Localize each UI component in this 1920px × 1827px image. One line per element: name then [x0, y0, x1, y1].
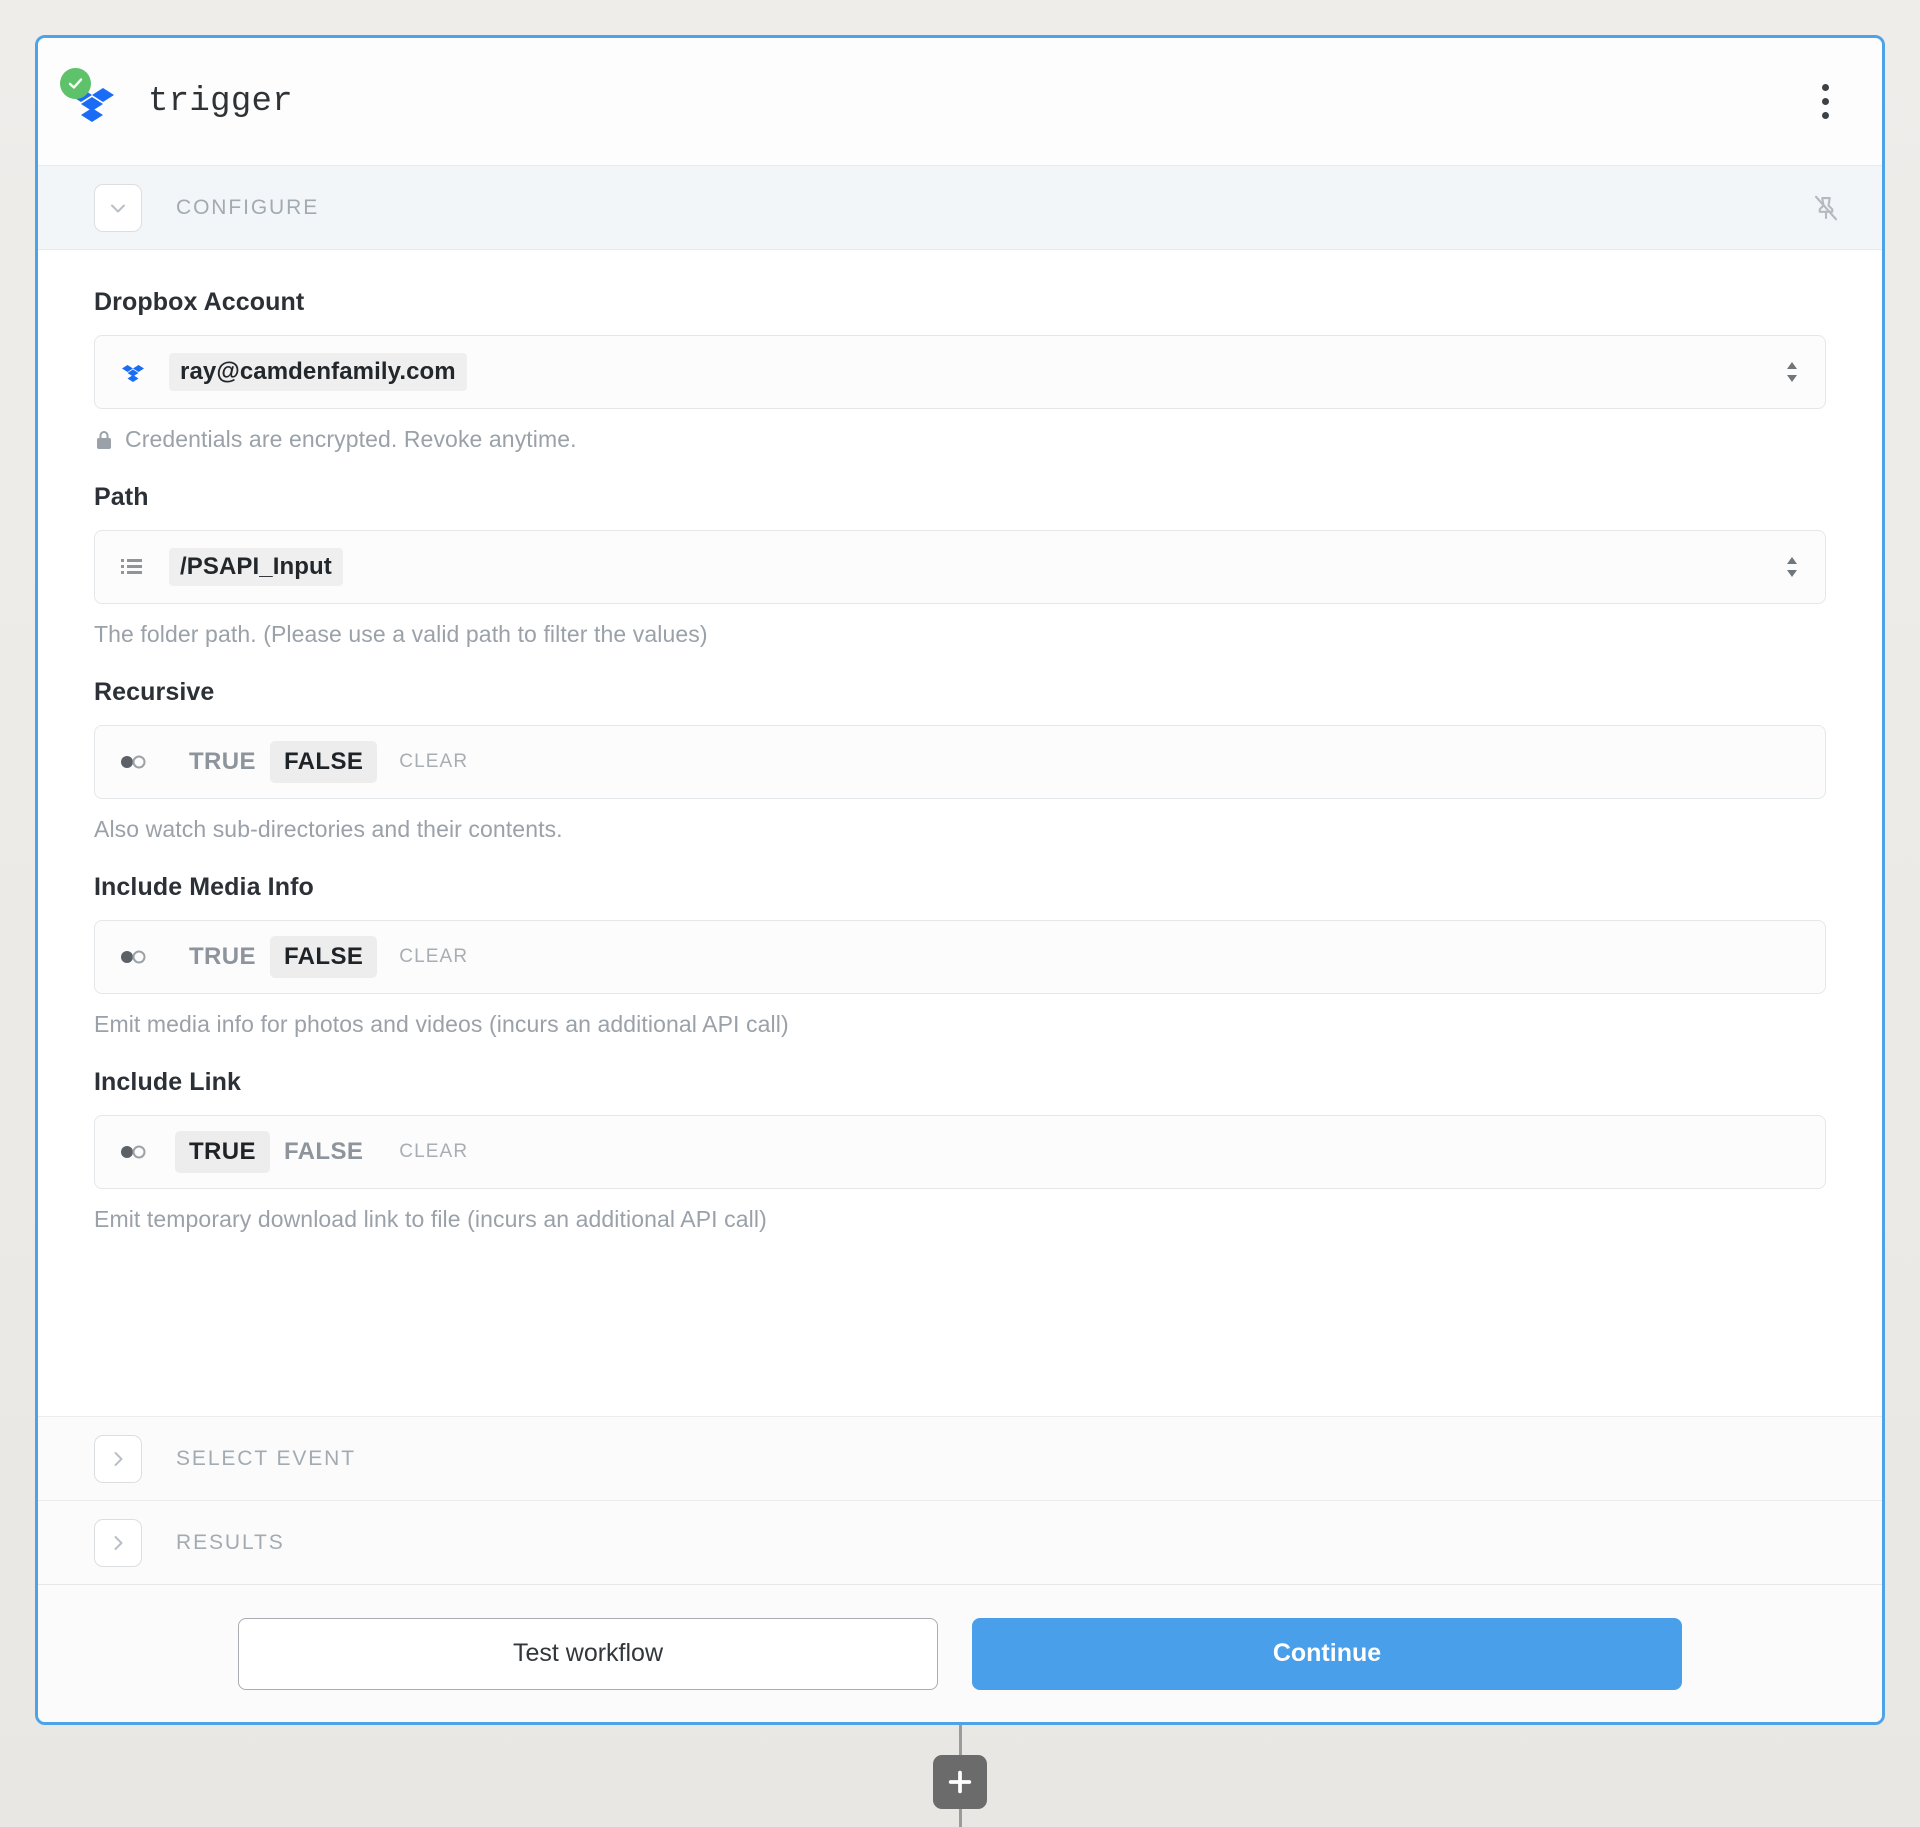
kebab-menu-icon[interactable] — [1802, 73, 1848, 131]
dropbox-icon — [119, 358, 153, 386]
field-label-include-media-info: Include Media Info — [94, 873, 314, 901]
trigger-step-card: trigger CONFIGURE Dropbox Account ray@ca… — [35, 35, 1885, 1725]
lock-icon — [97, 430, 111, 449]
section-header-configure[interactable]: CONFIGURE — [38, 166, 1882, 250]
path-select[interactable]: /PSAPI_Input — [94, 530, 1826, 604]
account-helper-row: Credentials are encrypted. Revoke anytim… — [94, 426, 1826, 453]
field-label-recursive: Recursive — [94, 678, 215, 706]
include-link-helper-text: Emit temporary download link to file (in… — [94, 1206, 767, 1232]
include-media-info-toggle-group: TRUE FALSE CLEAR — [94, 920, 1826, 994]
add-step-button[interactable] — [933, 1755, 987, 1809]
recursive-helper-row: Also watch sub-directories and their con… — [94, 816, 1826, 843]
field-include-media-info: Include Media Info TRUE FALSE CLEAR Emit… — [94, 873, 1826, 1038]
kebab-dot — [1821, 98, 1829, 105]
account-select[interactable]: ray@camdenfamily.com — [94, 335, 1826, 409]
chevron-down-icon[interactable] — [94, 183, 142, 232]
recursive-helper-text: Also watch sub-directories and their con… — [94, 816, 563, 842]
include-media-info-helper-text: Emit media info for photos and videos (i… — [94, 1011, 789, 1037]
recursive-option-true[interactable]: TRUE — [175, 741, 270, 783]
include-link-toggle-group: TRUE FALSE CLEAR — [94, 1115, 1826, 1189]
include-link-option-false[interactable]: FALSE — [270, 1131, 377, 1173]
field-include-link: Include Link TRUE FALSE CLEAR Emit tempo… — [94, 1068, 1826, 1233]
account-helper-text: Credentials are encrypted. Revoke anytim… — [125, 426, 577, 452]
field-label-include-link: Include Link — [94, 1068, 242, 1096]
include-link-clear-button[interactable]: CLEAR — [387, 1134, 480, 1170]
path-helper-row: The folder path. (Please use a valid pat… — [94, 621, 1826, 648]
field-dropbox-account: Dropbox Account ray@camdenfamily.com Cre… — [94, 288, 1826, 453]
select-updown-icon[interactable] — [1779, 357, 1805, 387]
bool-row: TRUE FALSE CLEAR — [119, 1131, 480, 1173]
plus-icon — [948, 1770, 972, 1794]
section-label-results: RESULTS — [176, 1530, 285, 1554]
toggle-icon — [119, 1144, 153, 1160]
field-label-account: Dropbox Account — [94, 288, 305, 316]
include-media-info-option-true[interactable]: TRUE — [175, 936, 270, 978]
kebab-dot — [1821, 112, 1829, 119]
account-value: ray@camdenfamily.com — [169, 353, 467, 391]
list-icon — [119, 554, 153, 580]
page-title: trigger — [148, 82, 293, 121]
chevron-right-icon[interactable] — [94, 1434, 142, 1483]
recursive-option-false[interactable]: FALSE — [269, 741, 378, 783]
kebab-dot — [1821, 84, 1829, 91]
workflow-canvas: trigger CONFIGURE Dropbox Account ray@ca… — [0, 0, 1920, 1827]
dropbox-icon — [60, 67, 120, 130]
toggle-icon — [119, 754, 153, 770]
continue-button[interactable]: Continue — [972, 1617, 1682, 1690]
recursive-clear-button[interactable]: CLEAR — [387, 744, 480, 780]
toggle-icon — [119, 949, 153, 965]
step-footer: Test workflow Continue — [38, 1584, 1882, 1722]
step-header: trigger — [38, 38, 1882, 166]
section-label-select-event: SELECT EVENT — [176, 1446, 356, 1470]
include-media-info-helper-row: Emit media info for photos and videos (i… — [94, 1011, 1826, 1038]
include-media-info-clear-button[interactable]: CLEAR — [387, 939, 480, 975]
test-workflow-button[interactable]: Test workflow — [238, 1617, 938, 1690]
path-helper-text: The folder path. (Please use a valid pat… — [94, 621, 708, 647]
section-header-select-event[interactable]: SELECT EVENT — [38, 1416, 1882, 1500]
recursive-toggle-group: TRUE FALSE CLEAR — [94, 725, 1826, 799]
field-path: Path /PSAPI_Input The folder path. (Plea… — [94, 483, 1826, 648]
configure-panel: Dropbox Account ray@camdenfamily.com Cre… — [38, 250, 1882, 1416]
section-label-configure: CONFIGURE — [176, 195, 320, 219]
include-link-option-true[interactable]: TRUE — [175, 1131, 270, 1173]
select-updown-icon[interactable] — [1779, 552, 1805, 582]
include-link-helper-row: Emit temporary download link to file (in… — [94, 1206, 1826, 1233]
chevron-right-icon[interactable] — [94, 1518, 142, 1567]
field-recursive: Recursive TRUE FALSE CLEAR Also watch su… — [94, 678, 1826, 843]
include-media-info-option-false[interactable]: FALSE — [269, 936, 378, 978]
bool-row: TRUE FALSE CLEAR — [119, 741, 480, 783]
bool-row: TRUE FALSE CLEAR — [119, 936, 480, 978]
path-value: /PSAPI_Input — [169, 548, 343, 586]
pin-off-icon[interactable] — [1804, 186, 1848, 230]
check-circle-icon — [60, 67, 91, 99]
field-label-path: Path — [94, 483, 149, 511]
section-header-results[interactable]: RESULTS — [38, 1500, 1882, 1584]
